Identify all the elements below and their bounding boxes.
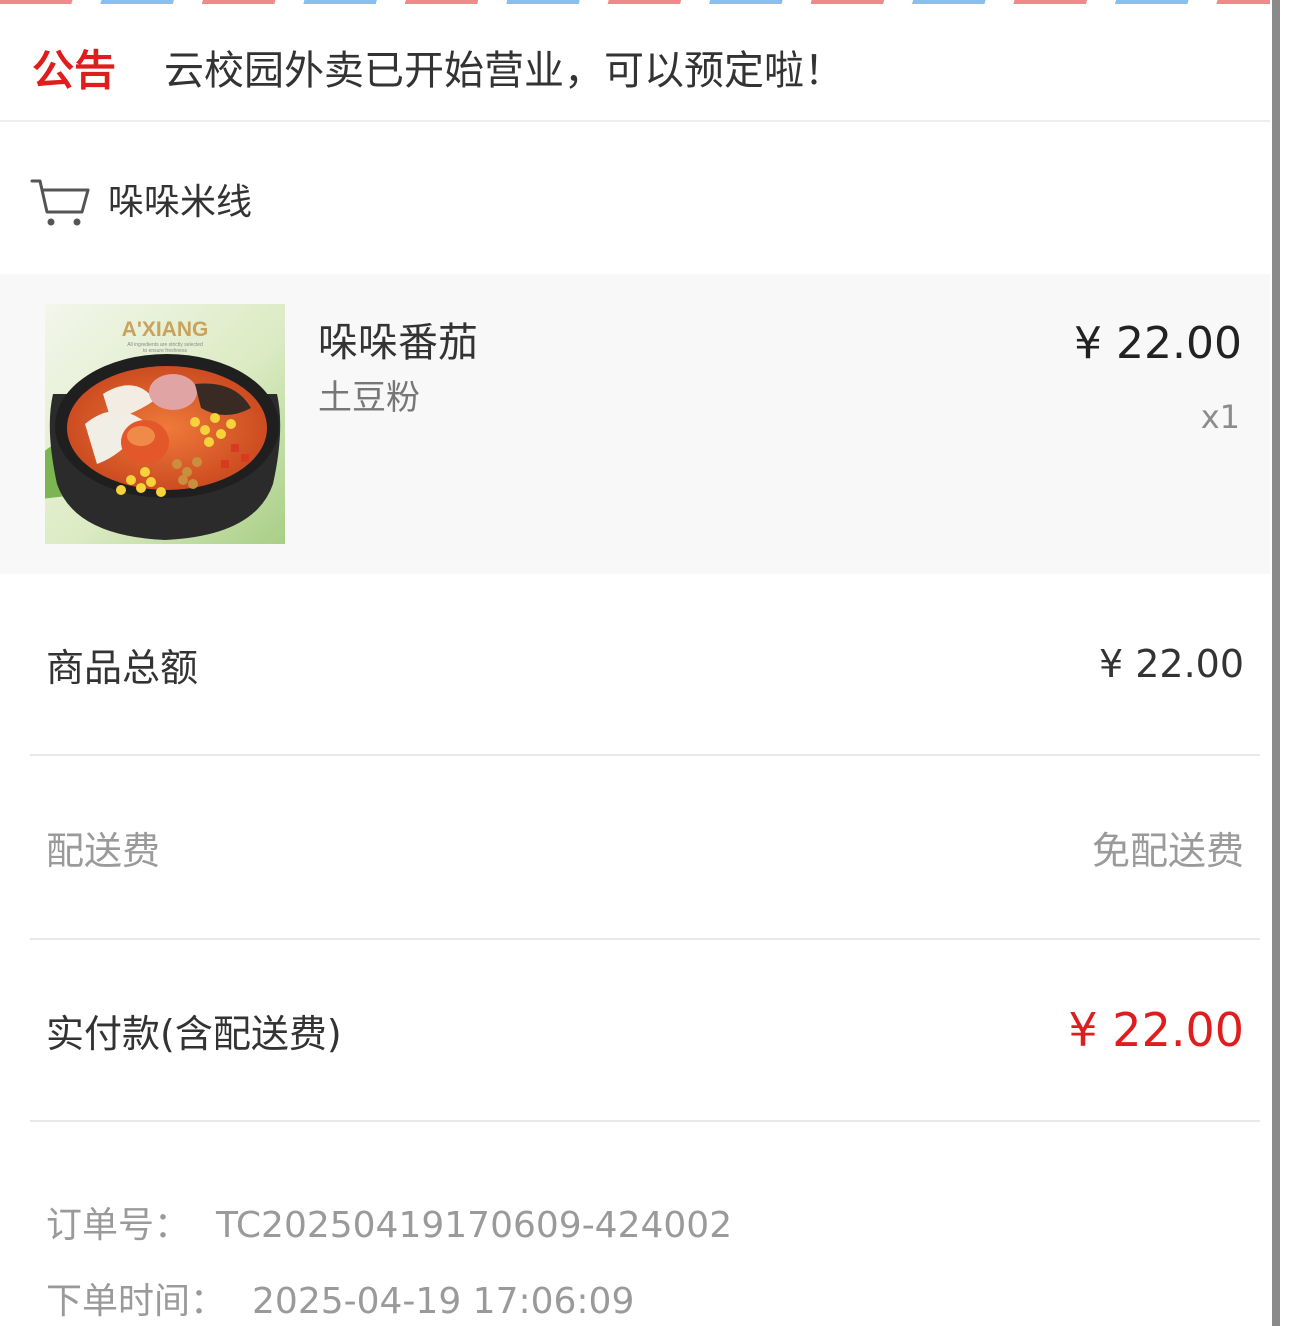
amount-paid-label: 实付款(含配送费) — [46, 1011, 342, 1056]
amount-paid-row: 实付款(含配送费) ¥ 22.00 — [30, 940, 1260, 1122]
order-number-value[interactable]: TC20250419170609-424002 — [216, 1205, 732, 1246]
thumbnail-brand: A'XIANG — [122, 318, 209, 341]
order-item[interactable]: A'XIANG All ingredients are strictly sel… — [0, 274, 1270, 574]
announcement-bar: 公告 云校园外卖已开始营业，可以预定啦！ — [0, 14, 1270, 122]
item-name: 哚哚番茄 — [318, 320, 478, 366]
delivery-fee-row: 配送费 免配送费 — [30, 756, 1260, 940]
cart-icon — [30, 179, 90, 226]
item-quantity: x1 — [1200, 398, 1240, 436]
order-time-value: 2025-04-19 17:06:09 — [252, 1281, 635, 1322]
delivery-fee-label: 配送费 — [46, 828, 161, 873]
item-thumbnail: A'XIANG All ingredients are strictly sel… — [45, 304, 285, 544]
order-number-label: 订单号： — [46, 1205, 191, 1246]
subtotal-value: ¥ 22.00 — [1098, 642, 1244, 686]
order-time-label: 下单时间： — [46, 1281, 227, 1322]
item-price: ¥ 22.00 — [1074, 318, 1242, 369]
item-spec: 土豆粉 — [318, 378, 420, 418]
subtotal-label: 商品总额 — [46, 645, 199, 690]
announcement-text: 云校园外卖已开始营业，可以预定啦！ — [164, 48, 845, 94]
shop-name: 哚哚米线 — [108, 182, 253, 223]
amount-paid-value: ¥ 22.00 — [1068, 1003, 1244, 1057]
order-number: 订单号： TC20250419170609-424002 — [46, 1196, 732, 1248]
thumbnail-tagline-2: to ensure freshness — [143, 348, 187, 354]
airmail-border-stripe — [0, 0, 1270, 4]
subtotal-row: 商品总额 ¥ 22.00 — [30, 574, 1260, 756]
shop-header[interactable]: 哚哚米线 — [0, 124, 1270, 274]
scrollbar[interactable] — [1272, 0, 1280, 1326]
delivery-fee-value: 免配送费 — [1091, 828, 1244, 873]
announcement-label: 公告 — [32, 45, 117, 95]
order-time: 下单时间： 2025-04-19 17:06:09 — [46, 1272, 634, 1324]
